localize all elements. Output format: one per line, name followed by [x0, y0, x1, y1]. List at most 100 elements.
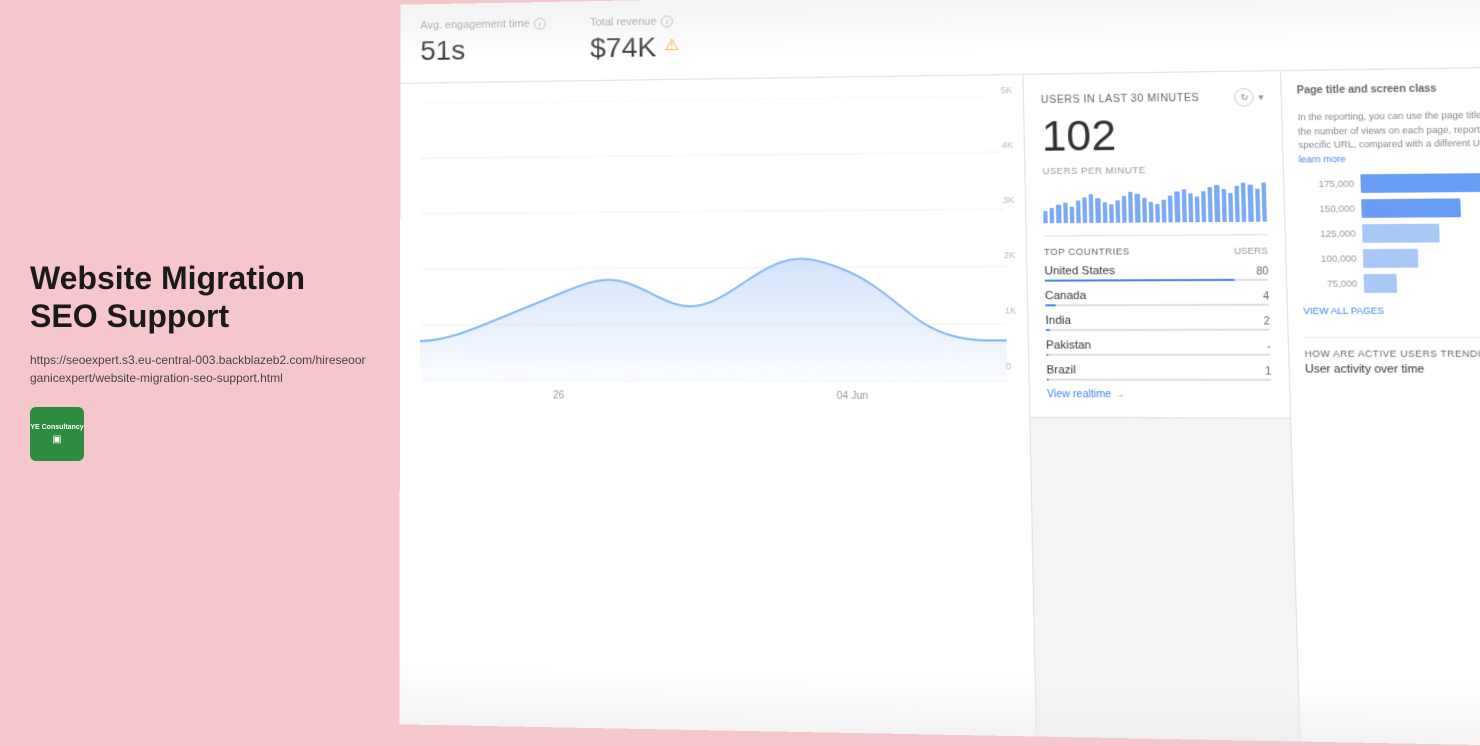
info-icon-revenue[interactable]: i	[661, 15, 673, 27]
y-label-2k: 2K	[1004, 250, 1016, 260]
metric-revenue: Total revenue i $74K ⚠	[590, 14, 732, 64]
far-right-title: Page title and screen class	[1297, 82, 1480, 96]
logo-text: YE Consultancy	[30, 423, 83, 432]
country-name: United States	[1044, 265, 1115, 278]
mini-bar-item	[1214, 185, 1220, 222]
bar-label: 100,000	[1302, 253, 1357, 264]
metric-revenue-value: $74K	[590, 32, 656, 65]
country-value: 4	[1263, 291, 1269, 302]
country-bar-fill	[1046, 354, 1048, 356]
country-bar	[1045, 304, 1269, 307]
bar-fill	[1360, 173, 1480, 193]
country-name: India	[1045, 315, 1071, 327]
view-all-pages-link[interactable]: VIEW ALL PAGES	[1303, 305, 1480, 316]
mini-bar-item	[1241, 183, 1247, 222]
country-value: 2	[1264, 316, 1270, 327]
mini-bar-item	[1122, 196, 1127, 223]
page-url[interactable]: https://seoexpert.s3.eu-central-003.back…	[30, 351, 370, 387]
mini-bar-item	[1201, 191, 1206, 222]
refresh-icon[interactable]: ↻	[1234, 88, 1254, 107]
view-realtime-link[interactable]: View realtime →	[1047, 389, 1272, 401]
dashboard-container: Avg. engagement time i 51s Total revenue…	[399, 0, 1480, 746]
x-label-26: 26	[553, 390, 564, 401]
country-value: 1	[1265, 366, 1271, 378]
country-name: Pakistan	[1046, 339, 1091, 351]
bar-fill-light	[1363, 249, 1419, 268]
bar-label: 175,000	[1299, 179, 1354, 190]
mini-bar-item	[1255, 189, 1260, 222]
mini-bar-item	[1142, 198, 1147, 223]
countries-header: TOP COUNTRIES USERS	[1044, 246, 1268, 258]
y-label-4k: 4K	[1002, 140, 1014, 150]
info-icon[interactable]: i	[534, 18, 546, 30]
list-item: Pakistan -	[1046, 339, 1271, 356]
list-item: United States 80	[1044, 264, 1268, 282]
page-title: Website Migration SEO Support	[30, 259, 370, 336]
far-right-panel: Page title and screen class In the repor…	[1280, 67, 1480, 746]
main-content: 5K 4K 3K 2K 1K 0	[399, 67, 1480, 746]
list-item: Canada 4	[1045, 289, 1269, 306]
chart-area: 5K 4K 3K 2K 1K 0	[399, 75, 1036, 737]
users-per-min-label: USERS PER MINUTE	[1042, 164, 1265, 176]
far-right-description: In the reporting, you can use the page t…	[1297, 108, 1480, 166]
bar-label: 75,000	[1302, 278, 1357, 289]
bottom-section-subtitle: User activity over time	[1305, 363, 1480, 376]
x-label-04jun: 04 Jun	[837, 391, 869, 402]
line-chart	[420, 95, 1007, 381]
mini-bar-item	[1128, 192, 1133, 223]
left-panel: Website Migration SEO Support https://se…	[0, 0, 400, 720]
y-label-3k: 3K	[1003, 195, 1015, 205]
metric-engagement-value: 51s	[420, 33, 560, 67]
mini-bar-item	[1096, 198, 1101, 223]
country-name: Canada	[1045, 290, 1086, 302]
metric-engagement: Avg. engagement time i 51s	[420, 17, 560, 66]
list-item: India 2	[1045, 314, 1270, 331]
users-panel-header: USERS IN LAST 30 MINUTES ↻ ▾	[1041, 88, 1264, 109]
mini-bar-item	[1089, 194, 1094, 223]
mini-bar-item	[1261, 182, 1267, 221]
bottom-section-title: HOW ARE ACTIVE USERS TRENDING?	[1304, 348, 1480, 359]
learn-more-link[interactable]: learn more	[1299, 153, 1346, 164]
chart-x-labels: 26 04 Jun	[420, 386, 1008, 406]
mini-bar-item	[1069, 207, 1074, 223]
mini-bar-item	[1050, 208, 1055, 223]
users-count: 102	[1041, 112, 1265, 157]
mini-bar-item	[1168, 196, 1173, 223]
list-item: 100,000	[1301, 248, 1480, 268]
bar-label: 150,000	[1300, 203, 1355, 214]
users-panel: USERS IN LAST 30 MINUTES ↻ ▾ 102 USERS P…	[1024, 71, 1291, 419]
country-bar	[1047, 379, 1272, 381]
country-bar-fill	[1045, 279, 1235, 282]
panel-controls: ↻ ▾	[1234, 88, 1263, 107]
logo-badge[interactable]: YE Consultancy ▣	[30, 407, 84, 461]
list-item: 125,000	[1301, 223, 1480, 243]
y-label-0: 0	[1006, 361, 1018, 371]
mini-bar-item	[1188, 193, 1193, 222]
mini-bar-item	[1234, 186, 1240, 222]
country-bar	[1045, 279, 1269, 282]
mini-bar-item	[1221, 189, 1226, 222]
country-bar	[1046, 329, 1270, 331]
countries-title: TOP COUNTRIES	[1044, 246, 1130, 257]
warning-icon: ⚠	[664, 35, 679, 55]
dropdown-icon[interactable]: ▾	[1258, 91, 1263, 102]
countries-col-label: USERS	[1234, 246, 1268, 257]
right-sidebar: USERS IN LAST 30 MINUTES ↻ ▾ 102 USERS P…	[1024, 71, 1300, 741]
metric-engagement-label: Avg. engagement time i	[420, 17, 560, 31]
country-name: Brazil	[1046, 364, 1076, 376]
logo-icon: ▣	[52, 434, 61, 445]
mini-bar-item	[1043, 211, 1048, 223]
list-item: 175,000	[1299, 173, 1480, 194]
mini-bar-item	[1208, 187, 1213, 222]
country-list: United States 80 Canada 4	[1044, 264, 1271, 381]
countries-section: TOP COUNTRIES USERS United States 80	[1044, 234, 1272, 401]
horizontal-bar-chart: 175,000 150,000 125,000 100,000	[1299, 173, 1480, 293]
y-label-1k: 1K	[1005, 305, 1017, 315]
bar-fill	[1361, 198, 1461, 217]
mini-bar-item	[1175, 191, 1180, 222]
list-item: Brazil 1	[1046, 364, 1271, 381]
mini-bar-item	[1063, 203, 1068, 224]
users-panel-title: USERS IN LAST 30 MINUTES	[1041, 92, 1200, 105]
mini-bar-item	[1148, 202, 1153, 223]
mini-bar-item	[1228, 193, 1233, 222]
